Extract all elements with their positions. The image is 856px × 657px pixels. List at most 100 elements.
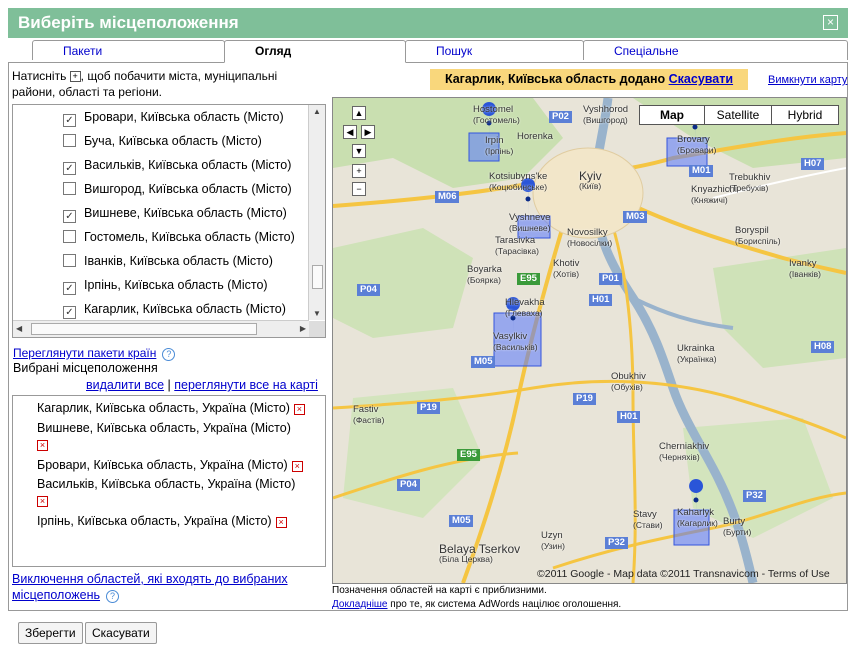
remove-icon[interactable]: ×	[293, 404, 305, 415]
place-name: Cherniakhiv	[659, 441, 710, 452]
tab-packages[interactable]: Пакети	[32, 40, 225, 60]
place-subname: (Требухів)	[729, 183, 769, 193]
checkbox[interactable]: ✓	[63, 114, 76, 127]
tab-overview[interactable]: Огляд	[224, 40, 406, 63]
list-item[interactable]: ✓ Васильків, Київська область (Місто)	[63, 153, 291, 177]
help-icon[interactable]: ?	[162, 348, 176, 361]
turn-off-map-link[interactable]: Вимкнути карту	[768, 74, 847, 86]
map-place-label: Boyarka (Боярка)	[467, 265, 502, 286]
list-item-label: Гостомель, Київська область (Місто)	[84, 230, 295, 244]
place-subname: (Фастів)	[353, 415, 385, 425]
map-type-hybrid[interactable]: Hybrid	[771, 105, 839, 125]
place-name: Brovary	[677, 134, 710, 145]
place-name: Horenka	[517, 131, 553, 142]
list-item[interactable]: Вишгород, Київська область (Місто)	[63, 177, 292, 201]
place-subname: (Бровари)	[677, 145, 717, 155]
road-label: M03	[623, 211, 648, 223]
scroll-up-icon[interactable]: ▲	[313, 107, 321, 116]
help-icon[interactable]: ?	[106, 590, 120, 603]
map-place-label: Horenka	[517, 132, 553, 142]
checkbox[interactable]: ✓	[63, 162, 76, 175]
map-place-label: Stavy (Стави)	[633, 510, 663, 531]
remove-icon[interactable]: ×	[291, 461, 303, 472]
checkbox[interactable]	[63, 254, 76, 267]
road-label: H01	[589, 294, 613, 306]
horizontal-scrollbar[interactable]: ◀ ▶	[13, 320, 309, 337]
scroll-down-icon[interactable]: ▼	[313, 309, 321, 318]
map-place-label: Brovary (Бровари)	[677, 134, 717, 156]
map-place-label: Trebukhiv (Требухів)	[729, 173, 770, 194]
place-subname: (Узин)	[541, 541, 565, 551]
place-subname: (Київ)	[579, 181, 602, 191]
pan-down-icon[interactable]: ▼	[352, 144, 366, 158]
place-subname: (Княжичі)	[691, 195, 728, 205]
pan-up-icon[interactable]: ▲	[352, 106, 366, 120]
cancel-button[interactable]: Скасувати	[85, 622, 157, 644]
map-copyright: ©2011 Google - Map data ©2011 Transnavic…	[537, 568, 830, 580]
list-item[interactable]: Гостомель, Київська область (Місто)	[63, 225, 295, 249]
list-item[interactable]: ✓ Бровари, Київська область (Місто)	[63, 105, 284, 129]
place-name: Vyshhorod	[583, 104, 629, 115]
vertical-scrollbar[interactable]: ▲ ▼	[308, 105, 325, 320]
scroll-right-icon[interactable]: ▶	[300, 324, 306, 333]
exclude-row: Виключення областей, які входять до вибр…	[12, 571, 322, 603]
scroll-left-icon[interactable]: ◀	[16, 324, 22, 333]
place-subname: (Коцюбинське)	[489, 182, 548, 192]
map-type-map[interactable]: Map	[639, 105, 705, 125]
map-place-label: Burty (Бурти)	[723, 517, 751, 538]
exclude-areas-link[interactable]: Виключення областей, які входять до вибр…	[12, 572, 288, 602]
zoom-in-icon[interactable]: +	[352, 164, 366, 178]
place-subname: (Черняхів)	[659, 452, 700, 462]
close-icon[interactable]: ×	[823, 15, 838, 30]
road-label: H01	[617, 411, 641, 423]
checkbox[interactable]: ✓	[63, 282, 76, 295]
map-view[interactable]: Hostomel (Гостомель) Vyshhorod (Вишгород) Ir…	[332, 97, 847, 584]
map-more-row: Докладніше про те, як система AdWords на…	[332, 599, 621, 610]
tab-special[interactable]: Спеціальне	[583, 40, 848, 60]
map-place-label: Cherniakhiv (Черняхів)	[659, 441, 710, 463]
remove-icon[interactable]: ×	[37, 496, 48, 507]
hscroll-thumb[interactable]	[31, 323, 257, 335]
place-name: Fastiv	[353, 404, 379, 415]
list-item[interactable]: Іванків, Київська область (Місто)	[63, 249, 273, 273]
road-label: M06	[435, 191, 460, 203]
undo-link[interactable]: Скасувати	[669, 72, 733, 86]
list-item-label: Ірпінь, Київська область (Місто)	[84, 278, 268, 292]
zoom-out-icon[interactable]: −	[352, 182, 366, 196]
checkbox[interactable]: ✓	[63, 210, 76, 223]
road-label: M05	[471, 356, 496, 368]
map-type-satellite[interactable]: Satellite	[704, 105, 772, 125]
pan-left-icon[interactable]: ◀	[343, 125, 357, 139]
checkbox[interactable]	[63, 134, 76, 147]
selected-item: Кагарлик, Київська область, Україна (Міс…	[37, 400, 317, 416]
save-button[interactable]: Зберегти	[18, 622, 83, 644]
place-name: Kotsiubyns'ke	[489, 171, 548, 182]
remove-icon[interactable]: ×	[37, 440, 48, 451]
pan-right-icon[interactable]: ▶	[361, 125, 375, 139]
list-item[interactable]: ✓ Ірпінь, Київська область (Місто)	[63, 273, 268, 297]
map-place-label: Kaharlyk (Кагарлик)	[677, 508, 718, 529]
place-subname: (Іванків)	[789, 269, 821, 279]
dialog-title: Виберіть місцеположення	[18, 13, 239, 32]
list-item[interactable]: ✓ Кагарлик, Київська область (Місто)	[63, 297, 286, 321]
remove-all-link[interactable]: видалити все	[86, 378, 164, 392]
map-place-label: Boryspil (Бориспіль)	[735, 226, 781, 247]
checkbox[interactable]	[63, 230, 76, 243]
intro-text: Натисніть +, щоб побачити міста, муніцип…	[12, 68, 312, 100]
tab-search[interactable]: Пошук	[405, 40, 584, 60]
list-item[interactable]: ✓ Вишневе, Київська область (Місто)	[63, 201, 287, 225]
checkbox[interactable]: ✓	[63, 306, 76, 319]
place-subname: (Тарасівка)	[495, 246, 539, 256]
list-item[interactable]: Буча, Київська область (Місто)	[63, 129, 262, 153]
separator: |	[167, 378, 171, 392]
view-country-packs-link[interactable]: Переглянути пакети країн	[13, 346, 156, 360]
map-place-label: Vyshhorod (Вишгород)	[583, 104, 629, 126]
learn-more-link[interactable]: Докладніше	[332, 599, 388, 610]
selected-item: Бровари, Київська область, Україна (Міст…	[37, 457, 317, 473]
remove-icon[interactable]: ×	[275, 517, 287, 528]
map-place-label: Belaya Tserkov (Біла Церква)	[439, 543, 520, 564]
checkbox[interactable]	[63, 182, 76, 195]
scroll-thumb[interactable]	[312, 265, 323, 289]
view-all-on-map-link[interactable]: переглянути все на карті	[174, 378, 318, 392]
intro-before: Натисніть	[12, 69, 67, 83]
